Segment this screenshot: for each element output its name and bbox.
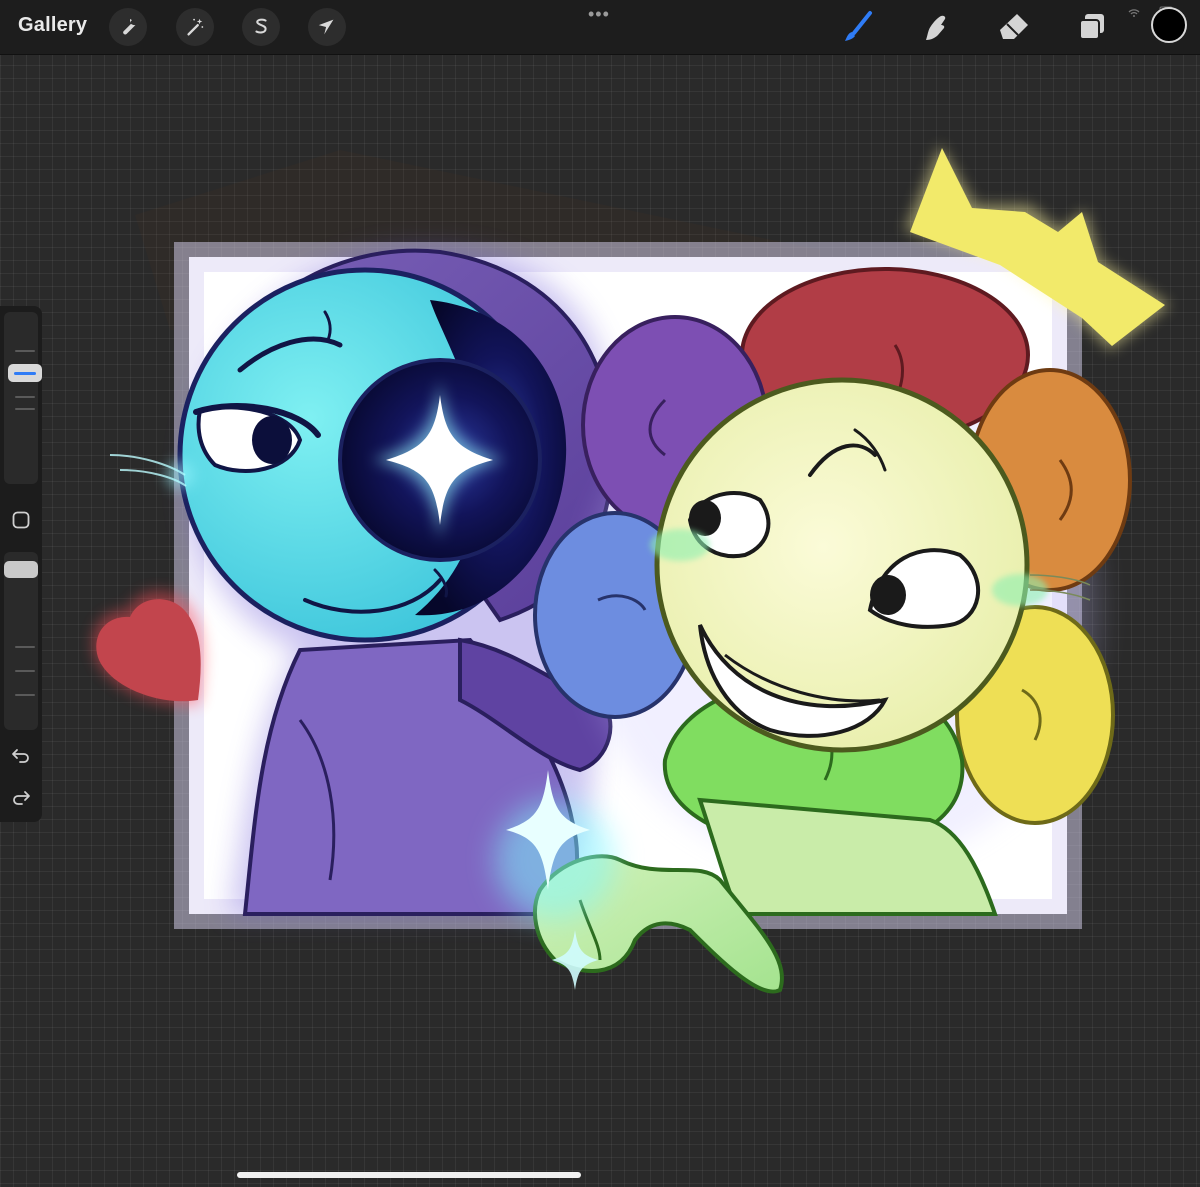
slider-tick	[15, 646, 35, 648]
opacity-slider[interactable]	[4, 552, 38, 730]
brush-size-slider[interactable]	[4, 312, 42, 484]
slider-tick	[15, 694, 35, 696]
square-modify-icon	[12, 511, 30, 529]
redo-arrow-icon	[13, 791, 30, 805]
slider-tick	[15, 350, 35, 352]
drawing-canvas[interactable]	[0, 0, 1200, 1187]
opacity-thumb[interactable]	[4, 561, 38, 578]
undo-arrow-icon	[12, 749, 29, 763]
left-sidebar	[0, 306, 42, 822]
slider-tick	[15, 396, 35, 398]
heart-decoration	[92, 590, 205, 706]
home-indicator[interactable]	[237, 1172, 581, 1178]
slider-tick	[15, 408, 35, 410]
modify-button[interactable]	[11, 510, 31, 530]
undo-button[interactable]	[8, 742, 34, 768]
brush-size-thumb[interactable]	[8, 364, 42, 382]
slider-tick	[15, 670, 35, 672]
size-slider-icon	[14, 371, 36, 375]
redo-button[interactable]	[8, 784, 34, 810]
